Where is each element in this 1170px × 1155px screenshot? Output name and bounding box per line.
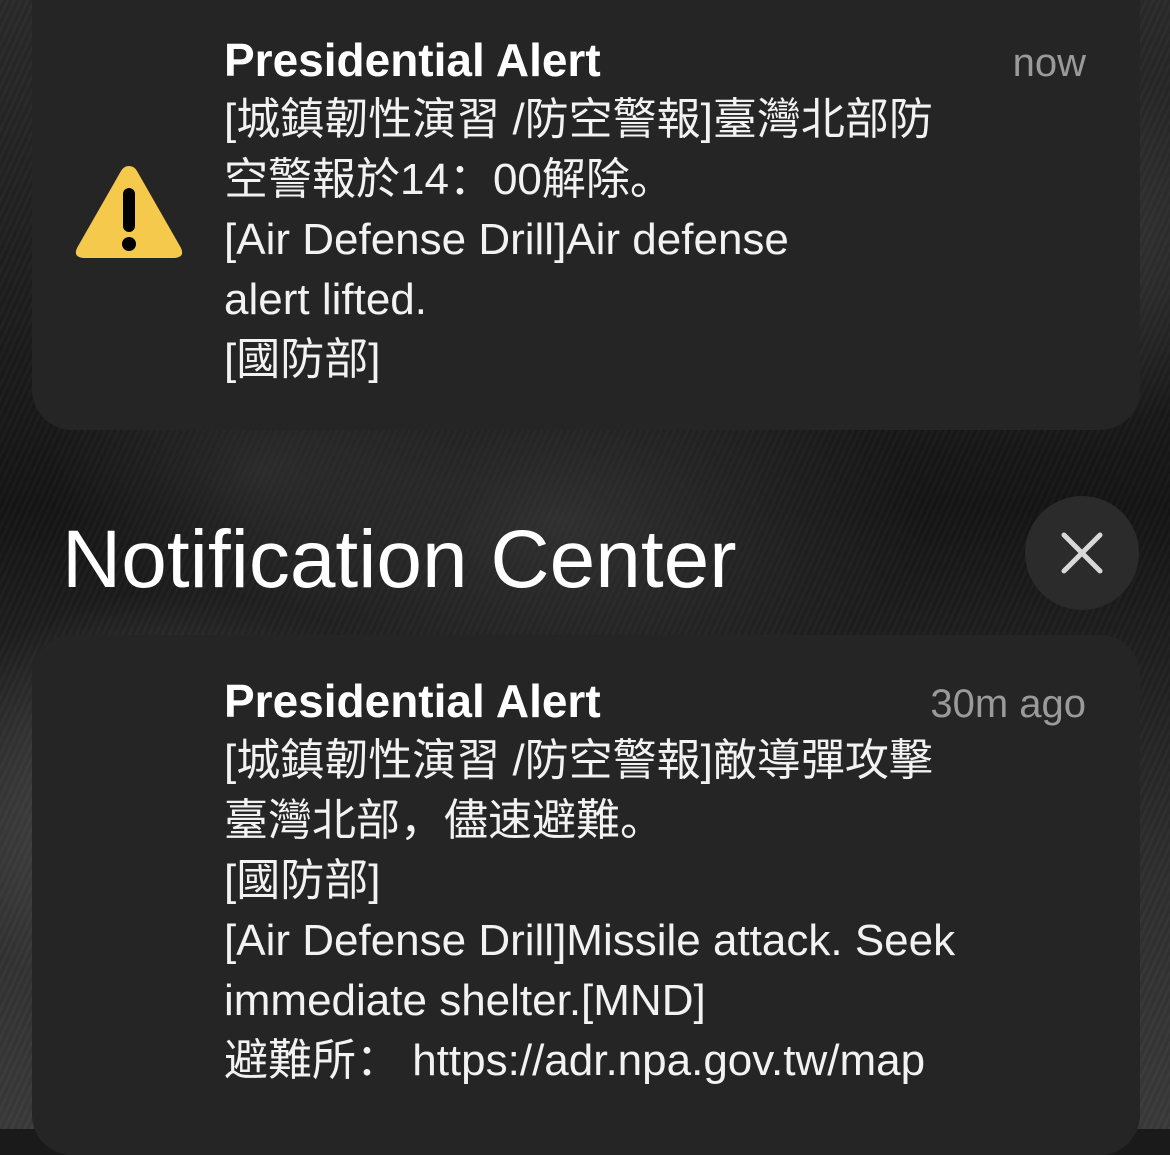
notification-app-name: Presidential Alert [224,675,601,727]
notification-body: [城鎮韌性演習 /防空警報]臺灣北部防 空警報於14：00解除。 [Air De… [224,90,1100,390]
notification-header: Presidential Alert 30m ago [224,675,1086,730]
clear-notifications-button[interactable] [1025,496,1139,610]
notification-body-line: 避難所： https://adr.npa.gov.tw/map [224,1036,926,1085]
close-icon [1061,532,1103,574]
notification-body-line: 臺灣北部，儘速避難。 [224,796,664,845]
notification-body-line: [城鎮韌性演習 /防空警報]敵導彈攻擊 [224,736,933,785]
notification-card-alert[interactable]: Presidential Alert now [城鎮韌性演習 /防空警報]臺灣北… [32,0,1140,430]
notification-body-line: [國防部] [224,856,381,905]
notification-card-missile[interactable]: Presidential Alert 30m ago [城鎮韌性演習 /防空警報… [32,635,1140,1155]
notification-body-line: [Air Defense Drill]Missile attack. Seek [224,916,956,965]
notification-body-line: immediate shelter.[MND] [224,976,706,1025]
notification-app-name: Presidential Alert [224,34,601,86]
notification-center-title: Notification Center [62,514,737,605]
notification-body-line: 空警報於14：00解除。 [224,155,674,204]
notification-body-line: [Air Defense Drill]Air defense [224,215,789,264]
notification-time: now [1012,41,1086,85]
warning-triangle-icon [75,166,183,258]
notification-body-line: [城鎮韌性演習 /防空警報]臺灣北部防 [224,95,933,144]
notification-header: Presidential Alert now [224,34,1086,89]
notification-time: 30m ago [930,682,1086,726]
notification-body-line: alert lifted. [224,275,427,324]
notification-body: [城鎮韌性演習 /防空警報]敵導彈攻擊 臺灣北部，儘速避難。 [國防部] [Ai… [224,731,1100,1091]
notification-body-line: [國防部] [224,335,381,384]
